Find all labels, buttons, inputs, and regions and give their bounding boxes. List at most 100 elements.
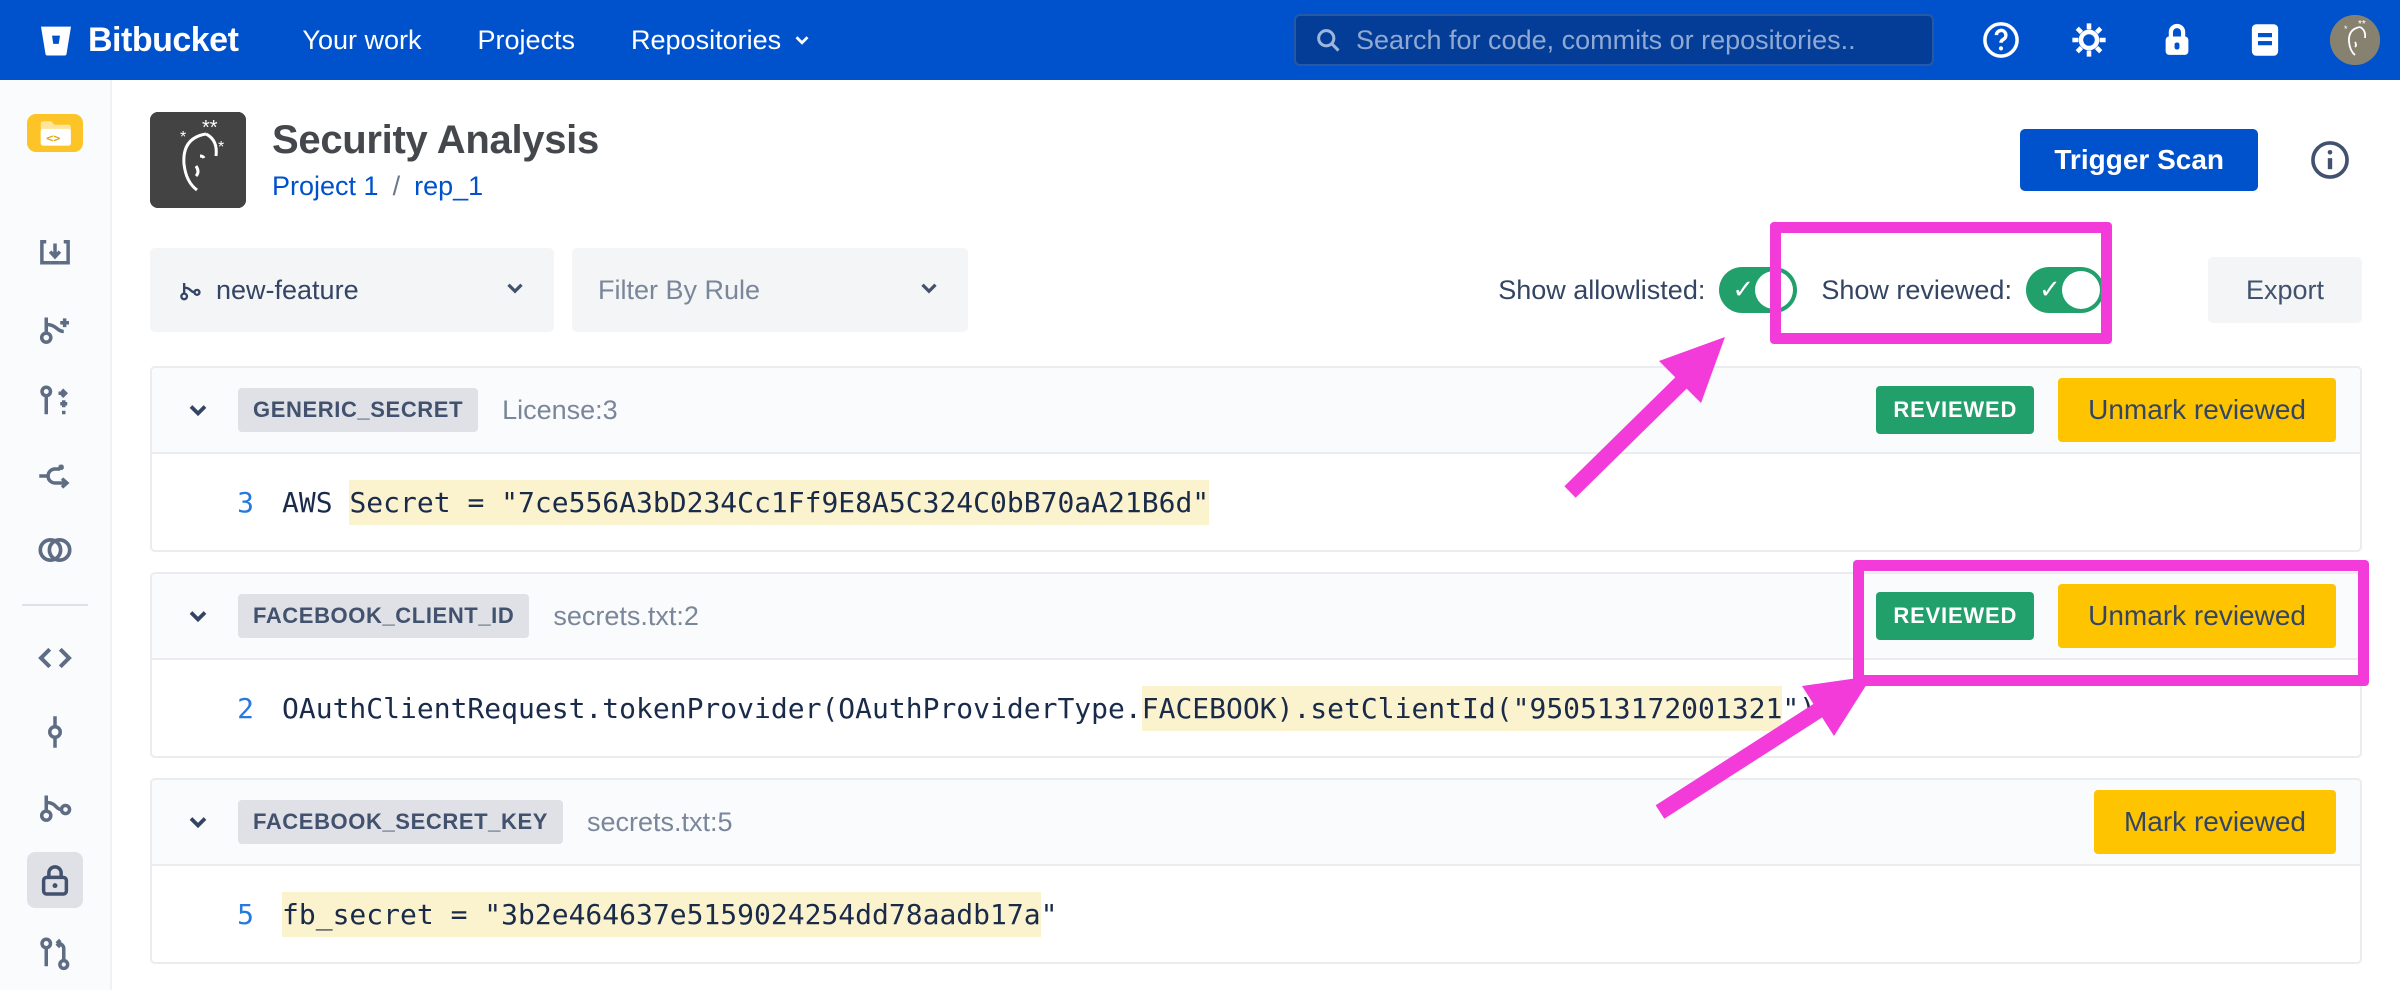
line-number[interactable]: 3 xyxy=(208,486,254,519)
finding-card-facebook-secret-key: FACEBOOK_SECRET_KEY secrets.txt:5 Mark r… xyxy=(150,778,2362,964)
sidebar-divider xyxy=(22,604,88,606)
code-line: AWS Secret = "7ce556A3bD234Cc1Ff9E8A5C32… xyxy=(282,486,1209,519)
nav-link-your-work[interactable]: Your work xyxy=(302,25,421,56)
finding-location: secrets.txt:5 xyxy=(587,807,733,838)
security-icon[interactable] xyxy=(27,852,83,908)
top-nav: Bitbucket Your work Projects Repositorie… xyxy=(0,0,2400,80)
repo-avatar-folder-code[interactable]: <> xyxy=(27,114,83,152)
bitbucket-security-analysis-page: Bitbucket Your work Projects Repositorie… xyxy=(0,0,2400,990)
page-header: **** Security Analysis Project 1 / rep_1… xyxy=(150,112,2362,208)
code-row: 3 AWS Secret = "7ce556A3bD234Cc1Ff9E8A5C… xyxy=(152,454,2360,550)
feedback-icon[interactable] xyxy=(2242,17,2288,63)
create-branch-icon[interactable] xyxy=(27,300,83,356)
pipelines-icon[interactable] xyxy=(27,448,83,504)
line-number[interactable]: 2 xyxy=(208,692,254,725)
nav-icon-buttons: *** xyxy=(1978,15,2380,65)
filter-row: new-feature Filter By Rule Show allowlis… xyxy=(150,248,2362,332)
rule-badge: FACEBOOK_SECRET_KEY xyxy=(238,800,563,844)
chevron-down-icon xyxy=(791,29,813,51)
repo-face-avatar: **** xyxy=(150,112,246,208)
info-icon[interactable] xyxy=(2308,138,2352,182)
svg-text:*: * xyxy=(2344,24,2348,34)
create-pull-request-icon[interactable] xyxy=(27,374,83,430)
finding-card-facebook-client-id: FACEBOOK_CLIENT_ID secrets.txt:2 REVIEWE… xyxy=(150,572,2362,758)
nav-links: Your work Projects Repositories xyxy=(302,25,813,56)
branch-selector-dropdown[interactable]: new-feature xyxy=(150,248,554,332)
finding-location: secrets.txt:2 xyxy=(553,601,699,632)
show-allowlisted-toggle[interactable]: ✓ xyxy=(1719,267,1797,313)
collapse-chevron-icon[interactable] xyxy=(184,602,212,630)
line-number[interactable]: 5 xyxy=(208,898,254,931)
breadcrumb-separator: / xyxy=(393,171,401,202)
collapse-chevron-icon[interactable] xyxy=(184,808,212,836)
svg-text:**: ** xyxy=(202,117,218,139)
security-lock-icon[interactable] xyxy=(2154,17,2200,63)
toggle-knob xyxy=(1755,271,1793,309)
user-avatar[interactable]: *** xyxy=(2330,15,2380,65)
toggle-knob xyxy=(2062,271,2100,309)
clone-icon[interactable] xyxy=(27,226,83,282)
svg-text:**: ** xyxy=(2358,19,2366,30)
code-line: fb_secret = "3b2e464637e5159024254dd78aa… xyxy=(282,898,1057,931)
export-button[interactable]: Export xyxy=(2208,257,2362,323)
rule-filter-dropdown[interactable]: Filter By Rule xyxy=(572,248,968,332)
rule-badge: GENERIC_SECRET xyxy=(238,388,478,432)
finding-header: FACEBOOK_CLIENT_ID secrets.txt:2 REVIEWE… xyxy=(152,574,2360,660)
title-block: Security Analysis Project 1 / rep_1 xyxy=(272,118,599,202)
bitbucket-bucket-icon xyxy=(36,20,76,60)
main-content: **** Security Analysis Project 1 / rep_1… xyxy=(112,80,2400,990)
show-reviewed-toggle[interactable]: ✓ xyxy=(2026,267,2104,313)
show-reviewed-label: Show reviewed: xyxy=(1821,275,2012,306)
code-row: 5 fb_secret = "3b2e464637e5159024254dd78… xyxy=(152,866,2360,962)
secret-highlight: FACEBOOK).setClientId("950513172001321 xyxy=(1142,686,1783,731)
pull-requests-icon[interactable] xyxy=(27,926,83,982)
brand-name: Bitbucket xyxy=(88,21,238,60)
nav-link-repositories[interactable]: Repositories xyxy=(631,25,813,56)
svg-text:*: * xyxy=(218,139,224,156)
global-search xyxy=(1294,14,1934,66)
branch-selector-value: new-feature xyxy=(216,275,359,306)
bitbucket-logo[interactable]: Bitbucket xyxy=(36,20,238,60)
branches-icon[interactable] xyxy=(27,778,83,834)
check-icon: ✓ xyxy=(1732,274,1754,305)
reviewed-status-badge: REVIEWED xyxy=(1876,592,2034,640)
secret-highlight: fb_secret = "3b2e464637e5159024254dd78aa… xyxy=(282,892,1041,937)
breadcrumb-repo-link[interactable]: rep_1 xyxy=(414,171,483,202)
mark-reviewed-button[interactable]: Mark reviewed xyxy=(2094,790,2336,854)
branch-icon xyxy=(176,276,204,304)
help-icon[interactable] xyxy=(1978,17,2024,63)
search-input[interactable] xyxy=(1356,25,1914,56)
collapse-chevron-icon[interactable] xyxy=(184,396,212,424)
rule-filter-placeholder: Filter By Rule xyxy=(598,275,760,306)
unmark-reviewed-button[interactable]: Unmark reviewed xyxy=(2058,378,2336,442)
nav-link-projects[interactable]: Projects xyxy=(477,25,575,56)
svg-text:<>: <> xyxy=(46,131,60,145)
finding-location: License:3 xyxy=(502,395,618,426)
chevron-down-icon xyxy=(502,275,528,306)
breadcrumb-project-link[interactable]: Project 1 xyxy=(272,171,379,202)
show-allowlisted-label: Show allowlisted: xyxy=(1498,275,1705,306)
reviewed-status-badge: REVIEWED xyxy=(1876,386,2034,434)
left-sidebar: <> xyxy=(0,80,112,990)
toggle-group: Show allowlisted: ✓ Show reviewed: ✓ Exp… xyxy=(1498,257,2362,323)
finding-header: GENERIC_SECRET License:3 REVIEWED Unmark… xyxy=(152,368,2360,454)
finding-card-generic-secret: GENERIC_SECRET License:3 REVIEWED Unmark… xyxy=(150,366,2362,552)
unmark-reviewed-button[interactable]: Unmark reviewed xyxy=(2058,584,2336,648)
breadcrumb: Project 1 / rep_1 xyxy=(272,171,599,202)
commits-icon[interactable] xyxy=(27,704,83,760)
trigger-scan-button[interactable]: Trigger Scan xyxy=(2020,129,2258,191)
source-code-icon[interactable] xyxy=(27,630,83,686)
deployments-icon[interactable] xyxy=(27,522,83,578)
search-icon xyxy=(1314,26,1342,54)
finding-header: FACEBOOK_SECRET_KEY secrets.txt:5 Mark r… xyxy=(152,780,2360,866)
chevron-down-icon xyxy=(916,275,942,306)
svg-text:*: * xyxy=(180,129,186,146)
page-title: Security Analysis xyxy=(272,118,599,163)
code-row: 2 OAuthClientRequest.tokenProvider(OAuth… xyxy=(152,660,2360,756)
rule-badge: FACEBOOK_CLIENT_ID xyxy=(238,594,529,638)
settings-gear-icon[interactable] xyxy=(2066,17,2112,63)
sidebar-icon-list xyxy=(22,226,88,990)
secret-highlight: Secret = "7ce556A3bD234Cc1Ff9E8A5C324C0b… xyxy=(349,480,1209,525)
check-icon: ✓ xyxy=(2039,274,2061,305)
code-line: OAuthClientRequest.tokenProvider(OAuthPr… xyxy=(282,692,1816,725)
